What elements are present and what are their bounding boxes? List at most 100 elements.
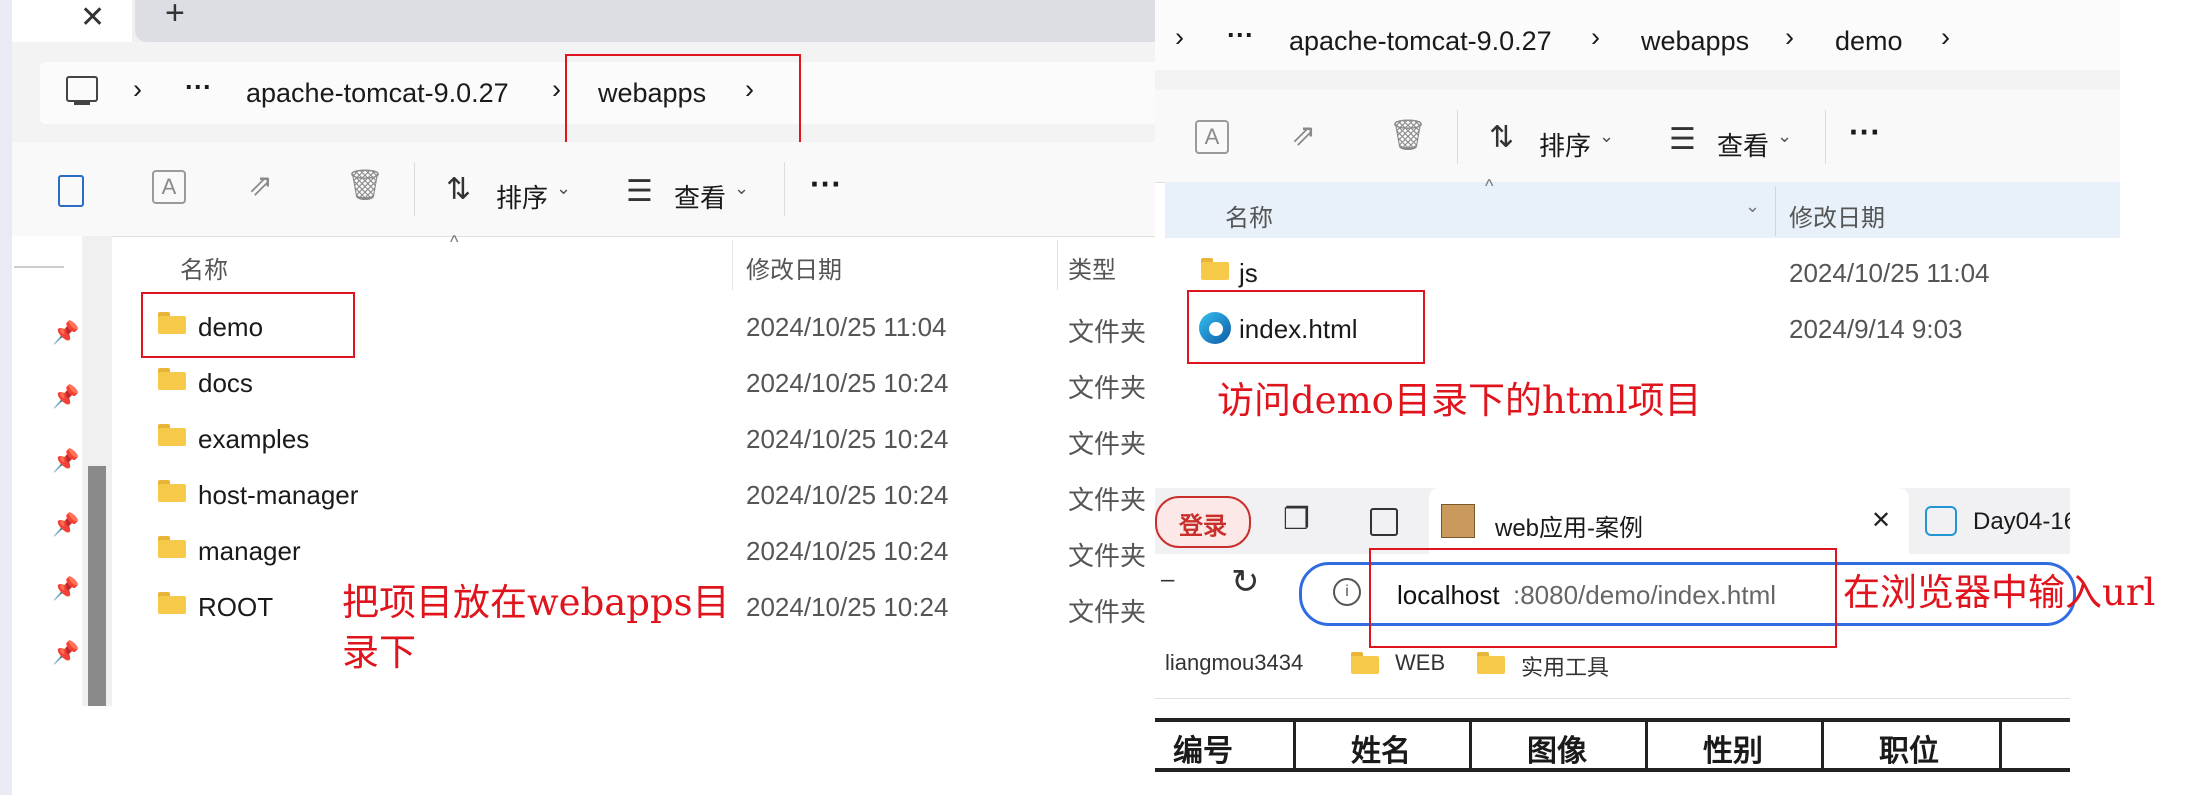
active-tab[interactable] xyxy=(12,0,132,42)
tab-title: web应用-案例 xyxy=(1495,515,1644,542)
bookmark-item[interactable]: WEB xyxy=(1395,650,1445,676)
sort-icon[interactable]: ⇅ xyxy=(446,172,471,207)
tab-strip xyxy=(135,0,1160,42)
column-header-type[interactable]: 类型 xyxy=(1068,250,1116,285)
share-icon[interactable]: ⇗ xyxy=(248,168,273,203)
column-header-date[interactable]: 修改日期 xyxy=(1789,198,1885,233)
column-divider[interactable] xyxy=(1775,186,1776,236)
view-icon[interactable]: ☰ xyxy=(626,174,653,209)
breadcrumb-more[interactable]: ··· xyxy=(1227,20,1254,51)
highlight-url xyxy=(1369,548,1837,648)
info-icon[interactable]: i xyxy=(1333,578,1361,606)
chevron-down-icon[interactable]: ⌄ xyxy=(734,178,749,199)
file-name[interactable]: ROOT xyxy=(198,592,273,623)
file-date: 2024/10/25 10:24 xyxy=(746,368,949,398)
chevron-right-icon[interactable]: › xyxy=(1175,22,1184,53)
table-cell-border xyxy=(1821,718,1824,772)
sort-button[interactable]: 排序 xyxy=(1539,126,1591,163)
refresh-icon[interactable]: ↻ xyxy=(1231,562,1260,602)
collections-icon[interactable]: ❐ xyxy=(1283,502,1310,537)
rename-icon[interactable]: A xyxy=(152,170,186,204)
delete-icon[interactable]: 🗑 xyxy=(1389,118,1427,153)
sort-ascending-icon: ^ xyxy=(450,232,459,252)
view-button[interactable]: 查看 xyxy=(1717,126,1769,163)
chevron-down-icon[interactable]: ⌄ xyxy=(1599,126,1614,147)
breadcrumb-more[interactable]: ··· xyxy=(185,72,212,103)
file-date: 2024/10/25 11:04 xyxy=(1789,258,1990,288)
pin-icon[interactable]: 📌 xyxy=(52,640,79,666)
computer-icon[interactable] xyxy=(66,76,98,102)
chevron-right-icon[interactable]: › xyxy=(133,74,142,105)
chevron-down-icon[interactable]: ⌄ xyxy=(556,178,571,199)
chevron-down-icon[interactable]: ⌄ xyxy=(1777,126,1792,147)
file-name[interactable]: host-manager xyxy=(198,480,358,511)
sort-icon[interactable]: ⇅ xyxy=(1489,120,1514,155)
file-type: 文件夹 xyxy=(1068,597,1147,627)
breadcrumb-item-webapps[interactable]: webapps xyxy=(1641,26,1749,57)
table-header-cell: 图像 xyxy=(1527,735,1587,768)
more-options-button[interactable]: ··· xyxy=(1849,114,1881,151)
chevron-right-icon[interactable]: › xyxy=(1941,22,1950,53)
pin-icon[interactable]: 📌 xyxy=(52,384,79,410)
view-button[interactable]: 查看 xyxy=(674,178,726,215)
folder-icon xyxy=(158,424,186,446)
close-icon[interactable]: ✕ xyxy=(80,0,105,35)
table-cell-border xyxy=(1469,718,1472,772)
breadcrumb-item-tomcat[interactable]: apache-tomcat-9.0.27 xyxy=(1289,26,1552,57)
right-explorer: › ··· apache-tomcat-9.0.27 › webapps › d… xyxy=(1155,0,2120,480)
file-date: 2024/10/25 10:24 xyxy=(746,592,949,622)
file-date: 2024/10/25 10:24 xyxy=(746,536,949,566)
tomcat-favicon xyxy=(1441,504,1475,538)
view-icon[interactable]: ☰ xyxy=(1669,122,1696,157)
sort-button[interactable]: 排序 xyxy=(496,178,548,215)
chevron-right-icon[interactable]: › xyxy=(552,74,561,105)
column-header-name[interactable]: 名称 xyxy=(180,250,228,285)
file-date: 2024/10/25 10:24 xyxy=(746,480,949,510)
rename-icon[interactable]: A xyxy=(1195,120,1229,154)
login-label: 登录 xyxy=(1179,513,1227,540)
file-date: 2024/9/14 9:03 xyxy=(1789,314,1963,344)
paste-icon[interactable] xyxy=(58,175,84,207)
header-row xyxy=(1165,182,2120,238)
breadcrumb-item-demo[interactable]: demo xyxy=(1835,26,1903,57)
file-date: 2024/10/25 10:24 xyxy=(746,424,949,454)
toolbar-divider xyxy=(1825,110,1826,164)
folder-icon xyxy=(158,592,186,614)
file-name[interactable]: js xyxy=(1239,258,1258,289)
delete-icon[interactable]: 🗑 xyxy=(346,168,384,203)
sort-ascending-icon: ^ xyxy=(1485,176,1494,196)
bilibili-favicon xyxy=(1925,506,1957,536)
plus-icon[interactable]: + xyxy=(165,0,185,33)
bookmark-item[interactable]: 实用工具 xyxy=(1521,650,1609,682)
file-name[interactable]: manager xyxy=(198,536,301,567)
share-icon[interactable]: ⇗ xyxy=(1291,118,1316,153)
vertical-tabs-icon[interactable] xyxy=(1370,508,1398,536)
highlight-demo xyxy=(141,292,355,358)
chevron-down-icon[interactable]: ⌄ xyxy=(1745,196,1760,217)
breadcrumb-item-tomcat[interactable]: apache-tomcat-9.0.27 xyxy=(246,78,509,109)
highlight-index-html xyxy=(1187,290,1425,364)
file-name[interactable]: examples xyxy=(198,424,309,455)
folder-icon xyxy=(158,480,186,502)
chevron-right-icon[interactable]: › xyxy=(1591,22,1600,53)
pin-icon[interactable]: 📌 xyxy=(52,576,79,602)
bookmark-item[interactable]: liangmou3434 xyxy=(1165,650,1303,676)
more-options-button[interactable]: ··· xyxy=(810,166,842,203)
toolbar-divider xyxy=(414,162,415,216)
window-edge xyxy=(0,0,12,795)
scrollbar-thumb[interactable] xyxy=(88,466,106,706)
pin-icon[interactable]: 📌 xyxy=(52,512,79,538)
table-header-cell: 职位 xyxy=(1879,735,1939,768)
chevron-right-icon[interactable]: › xyxy=(1785,22,1794,53)
column-header-date[interactable]: 修改日期 xyxy=(746,250,842,285)
column-header-name[interactable]: 名称 xyxy=(1225,198,1273,233)
pin-icon[interactable]: 📌 xyxy=(52,448,79,474)
close-tab-icon[interactable]: ✕ xyxy=(1871,506,1891,535)
table-cell-border xyxy=(1999,718,2002,772)
pin-icon[interactable]: 📌 xyxy=(52,320,79,346)
column-divider[interactable] xyxy=(732,240,733,290)
minus-icon[interactable]: – xyxy=(1161,566,1174,594)
column-divider[interactable] xyxy=(1057,240,1058,290)
table-cell-border xyxy=(1645,718,1648,772)
file-name[interactable]: docs xyxy=(198,368,253,399)
